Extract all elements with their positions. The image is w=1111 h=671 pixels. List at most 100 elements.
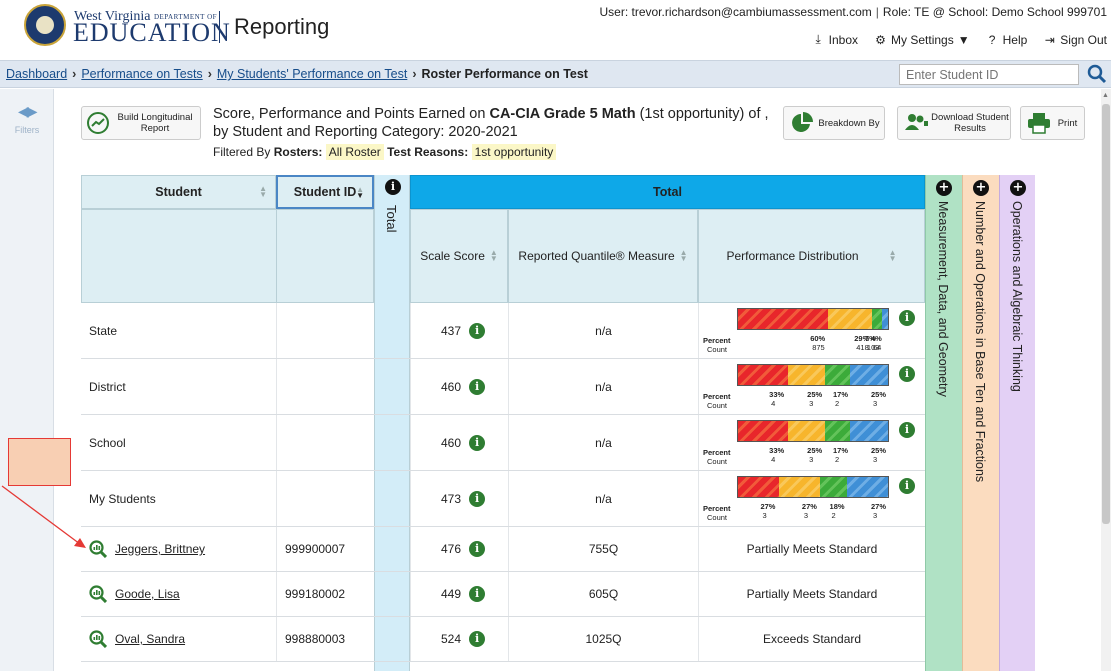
performance-distribution-chart: 27% 3 27% 3 18% 2 27% 3 Percent Count i xyxy=(703,476,923,522)
info-icon[interactable]: i xyxy=(899,478,915,494)
student-report-icon[interactable] xyxy=(89,585,107,603)
percent-label: 27% xyxy=(801,502,817,511)
student-id-cell xyxy=(276,415,374,470)
sort-icon[interactable]: ▲ ▼ xyxy=(889,249,897,263)
expand-filters-icon[interactable]: ◀▶ xyxy=(18,103,37,120)
download-student-results-button[interactable]: Download Student Results xyxy=(897,106,1011,140)
scrollbar-thumb[interactable] xyxy=(1102,104,1110,524)
print-button[interactable]: Print xyxy=(1020,106,1085,140)
scale-score-cell: 437 i xyxy=(410,303,508,358)
distribution-bar xyxy=(737,476,889,498)
sort-icon[interactable]: ▲ ▼ xyxy=(490,249,498,263)
distribution-segment xyxy=(738,309,828,329)
expand-plus-icon[interactable]: + xyxy=(973,180,989,196)
distribution-segment xyxy=(825,421,851,441)
count-label: 4 xyxy=(771,399,776,408)
column-header-quantile[interactable]: Reported Quantile® Measure ▲ ▼ xyxy=(508,209,698,303)
claim-column-operations-algebraic[interactable]: + Operations and Algebraic Thinking xyxy=(999,175,1035,671)
student-name-link[interactable]: Goode, Lisa xyxy=(115,587,180,601)
quantile-cell: n/a xyxy=(508,359,698,414)
student-report-icon[interactable] xyxy=(89,540,107,558)
student-name-link[interactable]: Jeggers, Brittney xyxy=(115,542,205,556)
info-icon[interactable]: i xyxy=(469,490,486,507)
count-label: 2 xyxy=(835,455,840,464)
inbox-link[interactable]: ⤓ Inbox xyxy=(812,32,859,47)
student-id-cell: 998880003 xyxy=(276,617,374,661)
count-label: 3 xyxy=(809,399,814,408)
breadcrumb: Dashboard › Performance on Tests › My Studen… xyxy=(6,67,588,81)
info-icon[interactable]: i xyxy=(899,366,915,382)
user-email: User: trevor.richardson@cambiumassessmen… xyxy=(599,5,872,19)
info-icon[interactable]: i xyxy=(469,378,486,395)
report-title: Score, Performance and Points Earned on … xyxy=(213,106,769,140)
sort-descending-icon[interactable]: ▲ ▼ xyxy=(356,186,364,200)
brand-education: EDUCATION xyxy=(73,18,231,47)
performance-level-cell: Partially Meets Standard xyxy=(698,572,925,616)
breadcrumb-my-students-performance[interactable]: My Students' Performance on Test xyxy=(217,67,407,81)
student-name-cell: Jeggers, Brittney xyxy=(81,527,276,571)
filter-rail[interactable]: ◀▶ Filters xyxy=(0,89,54,671)
my-settings-menu[interactable]: ⚙ My Settings ▼ xyxy=(874,32,969,47)
student-id-input[interactable] xyxy=(899,64,1079,85)
info-icon[interactable]: i xyxy=(469,322,486,339)
info-icon[interactable]: i xyxy=(385,179,401,195)
search-icon[interactable] xyxy=(1086,63,1108,85)
scroll-up-icon[interactable]: ▲ xyxy=(1102,92,1109,99)
count-row-label: Count xyxy=(707,401,728,410)
percent-label: 60% xyxy=(810,334,826,343)
row-group-name: School xyxy=(89,435,126,450)
distribution-segment xyxy=(850,421,888,441)
student-name-cell: Oval, Sandra xyxy=(81,617,276,661)
help-link[interactable]: ? Help xyxy=(986,32,1028,47)
column-header-performance-distribution[interactable]: Performance Distribution ▲ ▼ xyxy=(698,209,925,303)
distribution-bar xyxy=(737,364,889,386)
info-icon[interactable]: i xyxy=(469,541,486,557)
percent-label: 33% xyxy=(769,390,785,399)
column-header-student-id[interactable]: Student ID ▲ ▼ xyxy=(276,175,374,209)
distribution-segment xyxy=(738,421,788,441)
student-name-link[interactable]: Oval, Sandra xyxy=(115,632,185,646)
roster-performance-table: Student ▲ ▼ Student ID ▲ ▼ i Total Total S… xyxy=(81,175,1111,671)
claim-column-measurement-data-geometry[interactable]: + Measurement, Data, and Geometry xyxy=(925,175,962,671)
sort-icon[interactable]: ▲ ▼ xyxy=(259,185,267,199)
performance-distribution-cell: 60% 875 29% 418 7% 103 4% 64 Percent Count i xyxy=(698,303,925,358)
percent-label: 17% xyxy=(833,390,849,399)
distribution-segment xyxy=(828,309,872,329)
scale-score-value: 473 xyxy=(441,491,462,506)
performance-distribution-cell: 33% 4 25% 3 17% 2 25% 3 Percent Count i xyxy=(698,359,925,414)
distribution-segment xyxy=(778,477,820,497)
column-header-scale-score[interactable]: Scale Score ▲ ▼ xyxy=(410,209,508,303)
quantile-cell: n/a xyxy=(508,415,698,470)
info-icon[interactable]: i xyxy=(899,310,915,326)
printer-icon xyxy=(1028,113,1050,134)
sort-icon[interactable]: ▲ ▼ xyxy=(680,249,688,263)
info-icon[interactable]: i xyxy=(469,586,486,602)
count-label: 3 xyxy=(803,511,809,520)
breakdown-by-button[interactable]: Breakdown By xyxy=(783,106,885,140)
distribution-segment xyxy=(847,477,888,497)
filter-summary: Filtered By Rosters: All Roster Test Rea… xyxy=(213,144,557,160)
sign-out-link[interactable]: ⇥ Sign Out xyxy=(1043,32,1107,47)
info-icon[interactable]: i xyxy=(899,422,915,438)
users-download-icon xyxy=(905,114,928,132)
info-icon[interactable]: i xyxy=(469,434,486,451)
count-label: 3 xyxy=(873,511,878,520)
breadcrumb-dashboard[interactable]: Dashboard xyxy=(6,67,67,81)
performance-distribution-chart: 33% 4 25% 3 17% 2 25% 3 Percent Count i xyxy=(703,364,923,410)
info-icon[interactable]: i xyxy=(469,631,486,647)
expand-plus-icon[interactable]: + xyxy=(936,180,952,196)
claim-column-number-operations[interactable]: + Number and Operations in Base Ten and … xyxy=(962,175,999,671)
count-label: 3 xyxy=(762,511,767,520)
build-longitudinal-report-button[interactable]: Build Longitudinal Report xyxy=(81,106,201,140)
breadcrumb-performance-on-tests[interactable]: Performance on Tests xyxy=(81,67,202,81)
sign-out-icon: ⇥ xyxy=(1044,32,1055,47)
scale-score-value: 524 xyxy=(441,632,462,646)
column-header-student[interactable]: Student ▲ ▼ xyxy=(81,175,276,209)
student-report-icon[interactable] xyxy=(89,630,107,648)
breadcrumb-current: Roster Performance on Test xyxy=(421,67,588,81)
performance-distribution-cell: 33% 4 25% 3 17% 2 25% 3 Percent Count i xyxy=(698,415,925,470)
performance-level-cell: Exceeds Standard xyxy=(698,617,925,661)
distribution-segment xyxy=(819,477,848,497)
count-label: 2 xyxy=(831,511,836,520)
expand-plus-icon[interactable]: + xyxy=(1010,180,1026,196)
